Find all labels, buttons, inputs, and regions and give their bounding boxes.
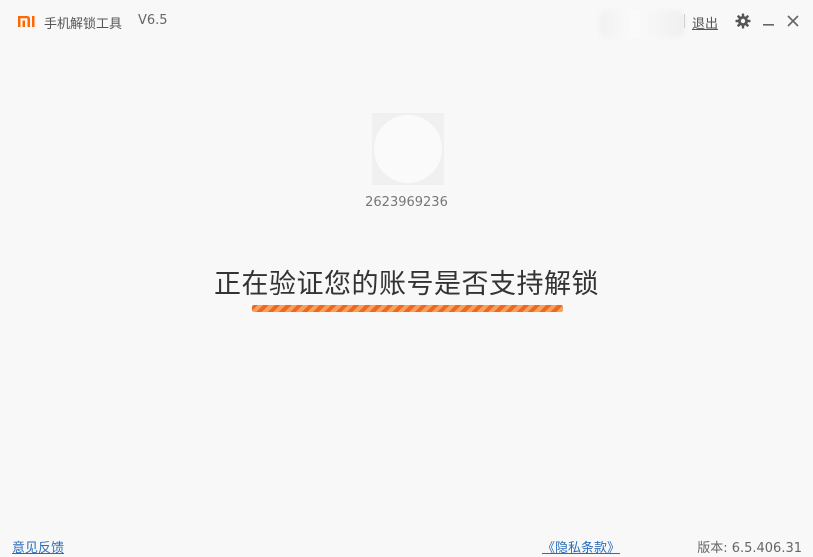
title-bar: 手机解锁工具 V6.5 退出 [0,0,813,44]
progress-bar [252,305,563,312]
privacy-policy-link[interactable]: 《隐私条款》 [542,537,620,556]
gear-icon[interactable] [734,12,752,30]
progress-fill [252,305,563,312]
blurred-username [599,10,685,38]
unlock-tool-window: 手机解锁工具 V6.5 退出 2623969236 正在验证您的账号是否支持解锁 [0,0,813,557]
minimize-icon[interactable] [760,12,778,30]
avatar [372,113,444,185]
divider [684,14,685,28]
app-title: 手机解锁工具 [44,17,123,32]
app-version: V6.5 [138,13,168,28]
feedback-link[interactable]: 意见反馈 [12,537,64,556]
close-icon[interactable] [784,12,802,30]
status-message: 正在验证您的账号是否支持解锁 [214,269,599,300]
version-label: 版本: 6.5.406.31 [697,541,802,556]
mi-logo-icon [18,16,35,27]
avatar-image [374,115,442,183]
logout-link[interactable]: 退出 [692,13,718,32]
account-id: 2623969236 [365,195,448,210]
